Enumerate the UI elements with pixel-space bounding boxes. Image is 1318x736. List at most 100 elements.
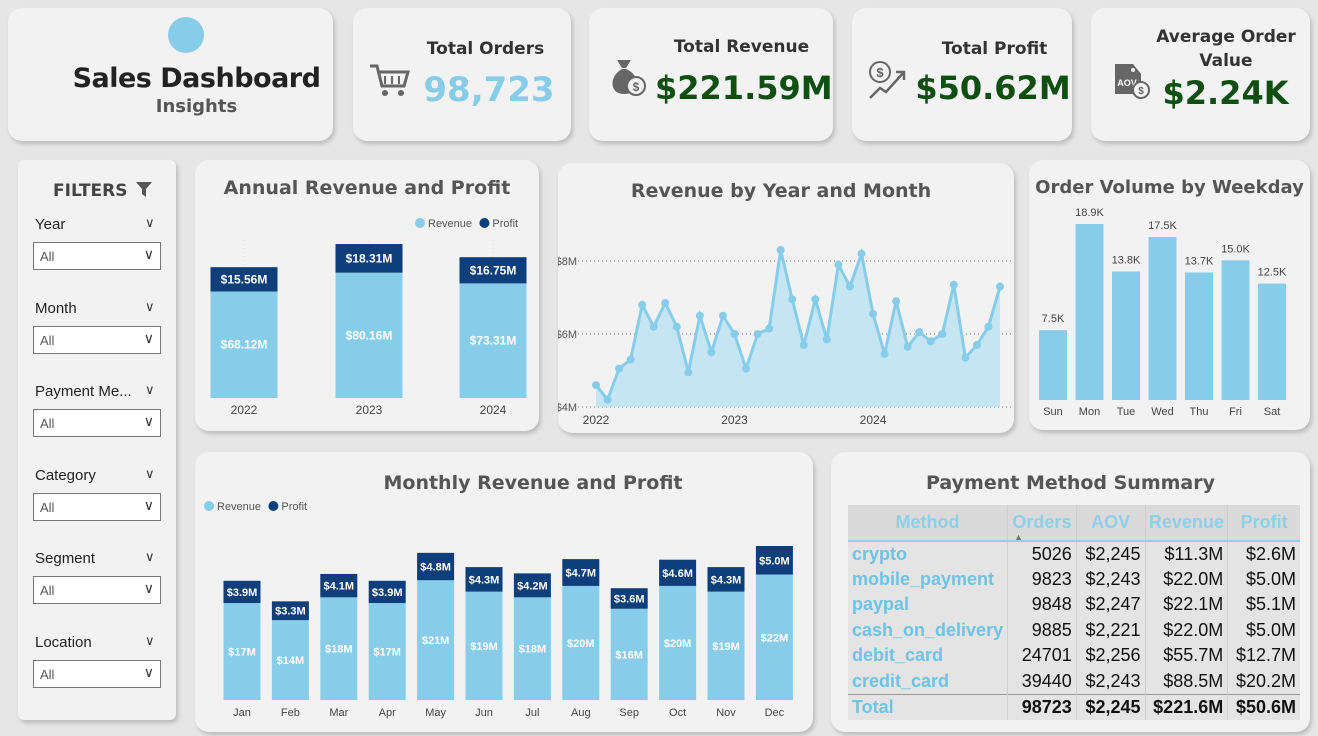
data-label-revenue: $19M <box>712 641 740 653</box>
revenue-by-year-month-card: Revenue by Year and Month $4M $6M $8M 2022 2… <box>558 163 1014 433</box>
chevron-down-icon[interactable]: ∨ <box>145 215 155 231</box>
x-tick-label: Oct <box>669 707 686 719</box>
x-tick-label: Fri <box>1229 406 1242 418</box>
data-point <box>903 342 912 351</box>
data-point <box>672 322 681 331</box>
data-point <box>661 298 670 307</box>
chevron-down-icon: ∨ <box>143 413 154 429</box>
data-point <box>730 330 739 338</box>
bar-orders <box>1185 272 1213 400</box>
weekday-chart: 7.5K Sun 18.9K Mon 13.8K Tue 17.5K Wed 13.7K Thu 1… <box>1039 207 1287 418</box>
data-point <box>788 295 797 304</box>
chevron-down-icon[interactable]: ∨ <box>145 633 155 649</box>
filters-panel: FILTERS Year ∨ All ∨ Month ∨ All ∨ Payment Me...… <box>18 160 176 720</box>
data-point <box>822 335 831 344</box>
filter-select-value: All <box>40 249 55 264</box>
svg-text:$: $ <box>633 80 640 94</box>
data-label-profit: $4.1M <box>324 581 355 593</box>
table-row[interactable]: mobile_payment 9823 $2,243 $22.0M $5.0M <box>848 566 1300 592</box>
table-cell: $55.7M <box>1145 643 1229 669</box>
kpi-total-revenue: $ Total Revenue $221.59M <box>589 8 833 141</box>
kpi-orders-label: Total Orders <box>426 39 545 59</box>
data-label-profit: $4.2M <box>517 580 548 592</box>
data-label-profit: $4.6M <box>662 568 693 580</box>
data-point <box>892 297 901 306</box>
data-label-profit: $4.3M <box>711 574 742 586</box>
kpi-profit-value: $50.62M <box>915 69 1071 107</box>
legend-label-revenue: Revenue <box>428 218 472 230</box>
data-point <box>869 309 878 318</box>
filter-select-category[interactable]: All ∨ <box>33 492 161 521</box>
col-method[interactable]: Method <box>848 505 1009 542</box>
kpi-revenue-label: Total Revenue <box>673 37 810 57</box>
data-label-profit: $5.0M <box>759 555 790 567</box>
legend-marker-profit <box>268 501 279 511</box>
filter-select-payment-me[interactable]: All ∨ <box>33 409 161 437</box>
table-row[interactable]: crypto 5026 $2,245 $11.3M $2.6M <box>848 541 1300 567</box>
filter-select-segment[interactable]: All ∨ <box>33 576 161 604</box>
data-point <box>996 282 1004 291</box>
col-aov[interactable]: AOV <box>1076 505 1146 542</box>
data-point <box>811 295 820 304</box>
x-tick-label: 2024 <box>860 413 887 427</box>
data-label-profit: $3.3M <box>275 606 306 618</box>
table-cell: paypal <box>848 592 1009 618</box>
table-cell: 39440 <box>1007 668 1077 694</box>
data-label: 15.0K <box>1221 243 1250 255</box>
table-row[interactable]: debit_card 24701 $2,256 $55.7M $12.7M <box>848 643 1300 669</box>
bar-orders <box>1258 283 1286 400</box>
monthly-chart: Revenue Profit $17M $3.9M Jan $14M $3.3M Feb $18… <box>204 501 793 719</box>
x-tick-label: 2024 <box>480 403 507 417</box>
sort-asc-icon: ▲ <box>1014 532 1024 542</box>
filter-select-value: All <box>40 416 55 431</box>
table-cell: $5.0M <box>1245 619 1296 640</box>
kpi-total-orders: Total Orders 98,723 <box>353 8 571 141</box>
x-tick-label: Sun <box>1043 406 1063 418</box>
col-revenue[interactable]: Revenue <box>1145 505 1229 542</box>
filter-select-year[interactable]: All ∨ <box>33 242 161 270</box>
x-tick-label: Sat <box>1264 406 1281 418</box>
x-tick-label: 2022 <box>583 413 610 427</box>
table-row[interactable]: cash_on_delivery 9885 $2,221 $22.0M $5.0M <box>848 617 1300 643</box>
chevron-down-icon[interactable]: ∨ <box>145 299 155 315</box>
table-cell: mobile_payment <box>848 566 1009 592</box>
data-label-revenue: $68.12M <box>221 338 268 352</box>
table-cell: 5026 <box>1007 541 1077 567</box>
table-row[interactable]: paypal 9848 $2,247 $22.1M $5.1M <box>848 592 1300 618</box>
table-row[interactable]: credit_card 39440 $2,243 $88.5M $20.2M <box>848 668 1300 694</box>
kpi-profit-label: Total Profit <box>941 39 1048 59</box>
table-cell: 9848 <box>1007 592 1077 618</box>
filter-label-year: Year <box>35 216 66 233</box>
x-tick-label: 2023 <box>356 403 383 417</box>
legend-label-revenue: Revenue <box>217 501 261 513</box>
data-label-revenue: $18M <box>519 644 547 656</box>
col-orders[interactable]: Orders ▲ <box>1007 505 1077 542</box>
chevron-down-icon: ∨ <box>143 580 154 596</box>
table-cell: $11.3M <box>1145 541 1229 567</box>
data-label-profit: $4.3M <box>469 574 500 586</box>
col-profit[interactable]: Profit <box>1227 505 1300 542</box>
filter-select-month[interactable]: All ∨ <box>33 325 161 354</box>
chevron-down-icon: ∨ <box>143 663 154 680</box>
payment-summary-card: Payment Method Summary Method Orders ▲ AO… <box>831 452 1310 732</box>
x-tick-label: Feb <box>281 707 300 719</box>
y-tick-label: $4M <box>558 402 577 414</box>
data-label: 13.8K <box>1112 254 1141 266</box>
money-bag-icon: $ <box>612 60 646 96</box>
payment-summary-table: Method Orders ▲ AOV Revenue Profit crypto… <box>848 505 1300 720</box>
chevron-down-icon[interactable]: ∨ <box>145 549 155 565</box>
monthly-revenue-profit-card: Monthly Revenue and Profit Revenue Profit… <box>195 452 813 732</box>
data-label-revenue: $18M <box>325 644 353 656</box>
x-tick-label: Aug <box>571 707 591 719</box>
data-label-revenue: $19M <box>470 641 498 653</box>
data-label: 18.9K <box>1075 207 1104 219</box>
data-label-revenue: $80.16M <box>346 328 393 342</box>
data-label-revenue: $16M <box>615 649 643 661</box>
table-cell: $50.6M <box>1227 693 1300 720</box>
chevron-down-icon[interactable]: ∨ <box>145 466 155 482</box>
data-label-profit: $3.9M <box>372 587 403 599</box>
x-tick-label: Sep <box>619 707 639 719</box>
chevron-down-icon[interactable]: ∨ <box>145 382 155 398</box>
filter-select-location[interactable]: All ∨ <box>33 659 161 688</box>
logo-circle <box>168 17 204 53</box>
